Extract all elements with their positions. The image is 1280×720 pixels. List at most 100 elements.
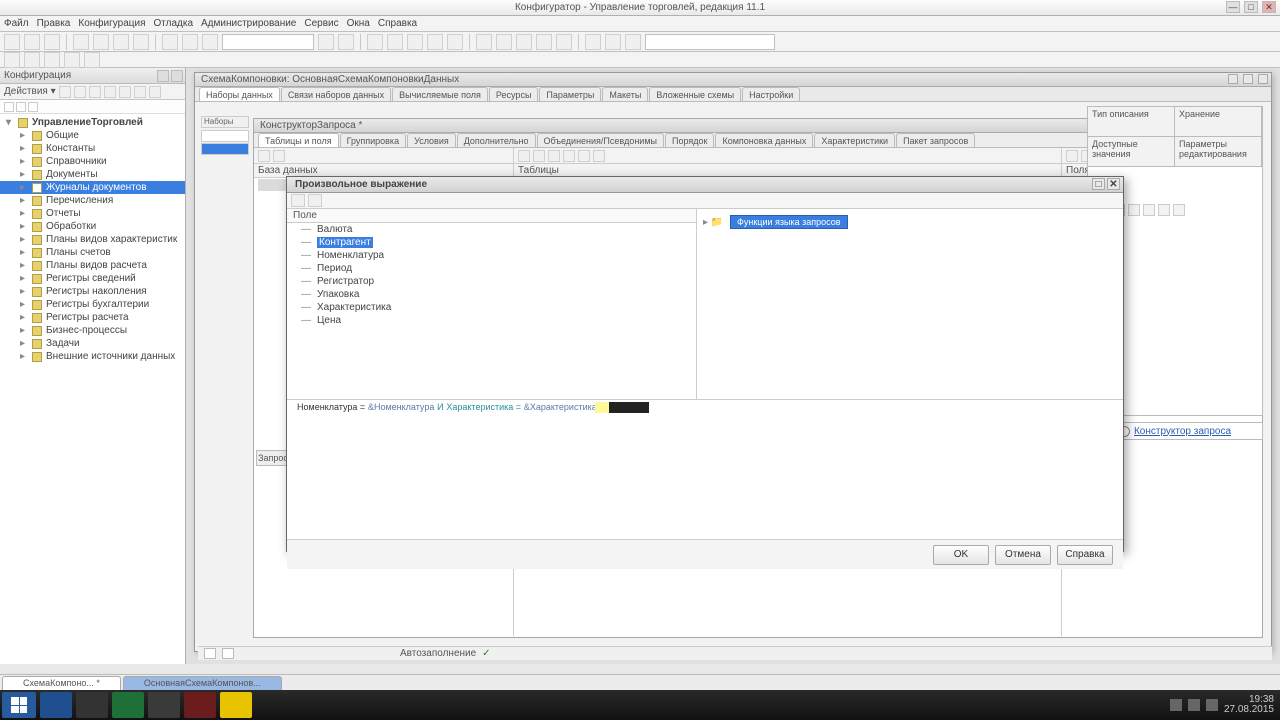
- qc-tab-cond[interactable]: Условия: [407, 133, 456, 147]
- tree-node[interactable]: ▸Регистры расчета: [0, 311, 185, 324]
- help-button[interactable]: Справка: [1057, 545, 1113, 565]
- bottom-icon2[interactable]: [222, 648, 234, 659]
- functions-group[interactable]: Функции языка запросов: [730, 215, 847, 229]
- tb-search-combo[interactable]: [222, 34, 314, 50]
- dialog-restore-icon[interactable]: □: [1092, 178, 1105, 190]
- lp-tool7-icon[interactable]: [149, 86, 161, 98]
- menu-debug[interactable]: Отладка: [153, 18, 193, 29]
- menu-service[interactable]: Сервис: [304, 18, 338, 29]
- tree-node[interactable]: ▸Справочники: [0, 155, 185, 168]
- menu-configuration[interactable]: Конфигурация: [78, 18, 145, 29]
- menu-admin[interactable]: Администрирование: [201, 18, 296, 29]
- lp-tool1-icon[interactable]: [59, 86, 71, 98]
- close-button[interactable]: ✕: [1262, 1, 1276, 13]
- tree-node[interactable]: ▸Константы: [0, 142, 185, 155]
- schema-tab-resources[interactable]: Ресурсы: [489, 87, 539, 101]
- start-button[interactable]: [2, 692, 36, 718]
- tree-node[interactable]: ▸Перечисления: [0, 194, 185, 207]
- field-row[interactable]: —Валюта: [287, 223, 696, 236]
- tree-root[interactable]: ▾УправлениеТорговлей: [0, 116, 185, 129]
- field-row[interactable]: —Контрагент: [287, 236, 696, 249]
- schema-tab-datasets[interactable]: Наборы данных: [199, 87, 280, 101]
- qc-t1-icon[interactable]: [518, 150, 530, 162]
- maximize-button[interactable]: □: [1244, 1, 1258, 13]
- tree-node[interactable]: ▸Внешние источники данных: [0, 350, 185, 363]
- minimize-button[interactable]: —: [1226, 1, 1240, 13]
- schema-tab-params[interactable]: Параметры: [539, 87, 601, 101]
- tb-stepover-icon[interactable]: [496, 34, 512, 50]
- lp-sub2-icon[interactable]: [16, 102, 26, 112]
- tree-node[interactable]: ▸Планы счетов: [0, 246, 185, 259]
- field-row[interactable]: —Упаковка: [287, 288, 696, 301]
- taskbar-1c-icon[interactable]: [220, 692, 252, 718]
- tb-watch-icon[interactable]: [556, 34, 572, 50]
- ds-item[interactable]: [201, 130, 249, 142]
- schema-tab-links[interactable]: Связи наборов данных: [281, 87, 391, 101]
- qc-tab-char[interactable]: Характеристики: [814, 133, 895, 147]
- tb-print-icon[interactable]: [133, 34, 149, 50]
- tb-find-icon[interactable]: [202, 34, 218, 50]
- tree-node[interactable]: ▸Отчеты: [0, 207, 185, 220]
- qc-f1-icon[interactable]: [1066, 150, 1078, 162]
- schema-max-icon[interactable]: [1243, 74, 1253, 84]
- field-row[interactable]: —Цена: [287, 314, 696, 327]
- tray-icon[interactable]: [1170, 699, 1182, 711]
- expression-editor[interactable]: Номенклатура = &Номенклатура И Характери…: [287, 399, 1123, 539]
- schema-min-icon[interactable]: [1228, 74, 1238, 84]
- config-tree[interactable]: ▾УправлениеТорговлей ▸Общие▸Константы▸Сп…: [0, 114, 185, 664]
- panel-pin-icon[interactable]: [157, 70, 169, 82]
- tb-new-icon[interactable]: [4, 34, 20, 50]
- tb-stepout-icon[interactable]: [516, 34, 532, 50]
- tb-cut-icon[interactable]: [73, 34, 89, 50]
- cancel-button[interactable]: Отмена: [995, 545, 1051, 565]
- panel-close-icon[interactable]: [171, 70, 183, 82]
- tb-misc1-icon[interactable]: [585, 34, 601, 50]
- tray-sound-icon[interactable]: [1206, 699, 1218, 711]
- tb-bpnt-icon[interactable]: [536, 34, 552, 50]
- schema-tab-nested[interactable]: Вложенные схемы: [649, 87, 741, 101]
- tb2-a-icon[interactable]: [4, 52, 20, 68]
- taskbar-ie-icon[interactable]: [40, 692, 72, 718]
- qc-tab-order[interactable]: Порядок: [665, 133, 714, 147]
- field-row[interactable]: —Характеристика: [287, 301, 696, 314]
- menu-windows[interactable]: Окна: [347, 18, 370, 29]
- bottom-icon1[interactable]: [204, 648, 216, 659]
- tb-object-combo[interactable]: [645, 34, 775, 50]
- ds-item-selected[interactable]: [201, 143, 249, 155]
- qc-t6-icon[interactable]: [593, 150, 605, 162]
- srt5-icon[interactable]: [1173, 204, 1185, 216]
- tb-misc2-icon[interactable]: [605, 34, 621, 50]
- schema-close-icon[interactable]: [1258, 74, 1268, 84]
- dlg-tool-1-icon[interactable]: [291, 194, 305, 207]
- field-row[interactable]: —Период: [287, 262, 696, 275]
- tree-node[interactable]: ▸Планы видов характеристик: [0, 233, 185, 246]
- field-row[interactable]: —Регистратор: [287, 275, 696, 288]
- tb2-b-icon[interactable]: [24, 52, 40, 68]
- qc-t3-icon[interactable]: [548, 150, 560, 162]
- tb-run-icon[interactable]: [367, 34, 383, 50]
- tree-node[interactable]: ▸Журналы документов: [0, 181, 185, 194]
- tb-step-icon[interactable]: [476, 34, 492, 50]
- tb-undo-icon[interactable]: [162, 34, 178, 50]
- tree-node[interactable]: ▸Регистры накопления: [0, 285, 185, 298]
- tb-syntax-icon[interactable]: [427, 34, 443, 50]
- lp-sub3-icon[interactable]: [28, 102, 38, 112]
- tb-debug-icon[interactable]: [387, 34, 403, 50]
- menu-file[interactable]: Файл: [4, 18, 29, 29]
- tb-copy-icon[interactable]: [93, 34, 109, 50]
- qc-t4-icon[interactable]: [563, 150, 575, 162]
- lp-tool5-icon[interactable]: [119, 86, 131, 98]
- lp-tool4-icon[interactable]: [104, 86, 116, 98]
- tb2-c-icon[interactable]: [44, 52, 60, 68]
- tb-save-icon[interactable]: [44, 34, 60, 50]
- tb2-d-icon[interactable]: [64, 52, 80, 68]
- qc-tab-dcs[interactable]: Компоновка данных: [715, 133, 813, 147]
- dialog-functions-panel[interactable]: ▸ 📁 Функции языка запросов: [697, 209, 1123, 399]
- tree-node[interactable]: ▸Документы: [0, 168, 185, 181]
- lp-tool6-icon[interactable]: [134, 86, 146, 98]
- taskbar-excel-icon[interactable]: [112, 692, 144, 718]
- srt2-icon[interactable]: [1128, 204, 1140, 216]
- menu-edit[interactable]: Правка: [37, 18, 71, 29]
- qc-t2-icon[interactable]: [533, 150, 545, 162]
- tree-node[interactable]: ▸Регистры сведений: [0, 272, 185, 285]
